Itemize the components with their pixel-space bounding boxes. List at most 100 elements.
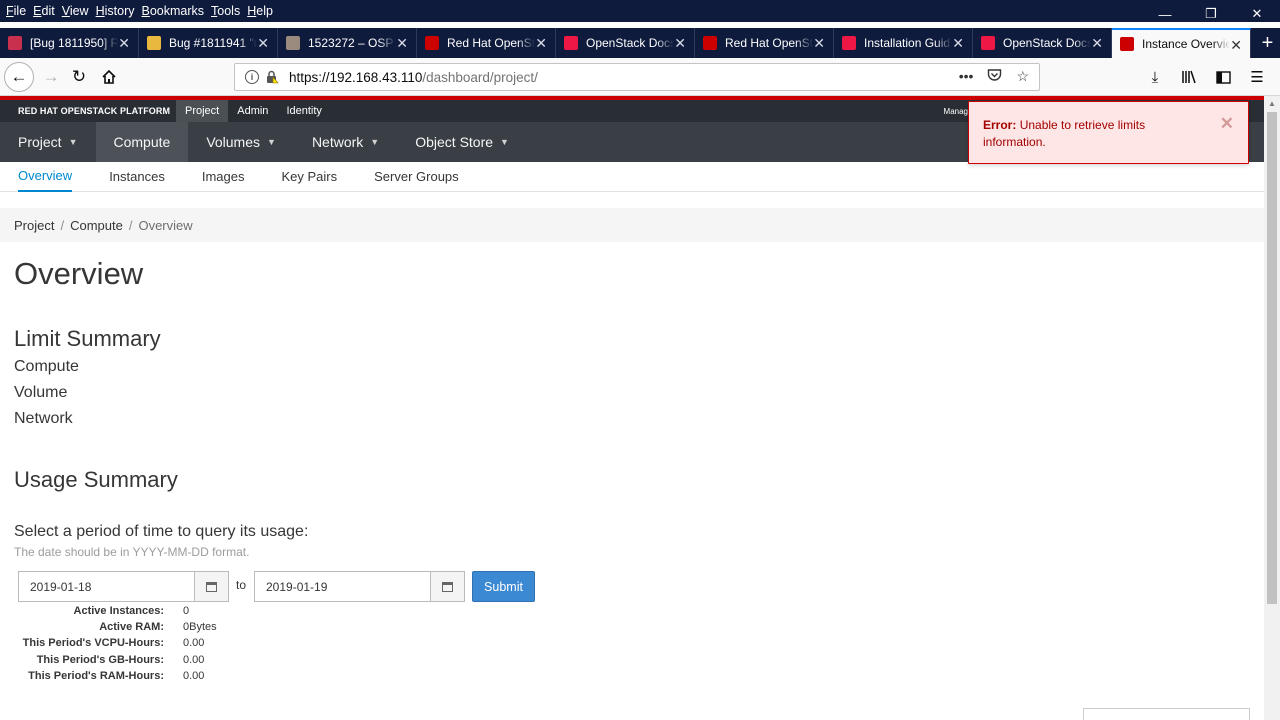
end-date-input[interactable]: 2019-01-19 (254, 571, 430, 602)
table-toolbar-partial (1083, 708, 1250, 720)
menu-help[interactable]: Help (247, 4, 273, 18)
scrollbar-thumb[interactable] (1267, 112, 1277, 604)
close-tab-icon[interactable]: ✕ (813, 35, 825, 52)
breadcrumb-overview: Overview (138, 217, 193, 233)
tab-title: OpenStack Docs: (1003, 36, 1091, 50)
subnav-server-groups[interactable]: Server Groups (374, 162, 459, 192)
close-tab-icon[interactable]: ✕ (257, 35, 269, 52)
nav-volumes[interactable]: Volumes ▼ (188, 122, 294, 162)
stat-value: 0.00 (183, 637, 205, 650)
forward-button[interactable]: → (36, 62, 66, 92)
breadcrumb-compute[interactable]: Compute (70, 218, 123, 233)
chevron-down-icon: ▼ (68, 137, 78, 147)
bookmark-star-icon[interactable]: ☆ (1016, 68, 1029, 86)
page-actions-icon[interactable]: ••• (959, 68, 974, 86)
nav-object-store[interactable]: Object Store ▼ (397, 122, 527, 162)
stat-label: This Period's RAM-Hours: (28, 669, 164, 682)
close-window-icon[interactable]: ✕ (1234, 0, 1280, 28)
stat-row: This Period's RAM-Hours: 0.00 (0, 670, 217, 686)
library-icon[interactable] (1176, 62, 1202, 92)
limit-summary-heading: Limit Summary (14, 326, 161, 351)
hamburger-menu-icon[interactable]: ☰ (1244, 62, 1270, 92)
context-tab-admin[interactable]: Admin (228, 100, 277, 122)
breadcrumb-project[interactable]: Project (14, 218, 54, 233)
start-date-input[interactable]: 2019-01-18 (18, 571, 194, 602)
menu-view[interactable]: View (62, 4, 89, 18)
menu-edit[interactable]: Edit (33, 4, 55, 18)
browser-tab[interactable]: [Bug 1811950] Re ✕ (0, 28, 139, 58)
browser-tab[interactable]: Installation Guid ✕ (834, 28, 973, 58)
home-icon (102, 69, 116, 84)
nav-project[interactable]: Project ▼ (0, 122, 96, 162)
tab-title: Red Hat OpenSt (447, 36, 535, 50)
limit-network-label: Network (14, 410, 73, 427)
subnav-instances[interactable]: Instances (109, 162, 165, 192)
tab-title: OpenStack Docs: (586, 36, 674, 50)
back-button[interactable]: ← (4, 62, 34, 92)
menu-file[interactable]: File (6, 4, 26, 18)
reload-button[interactable]: ↻ (64, 62, 94, 92)
arrow-right-icon: → (42, 67, 60, 86)
info-icon[interactable]: i (245, 70, 259, 84)
sidebar-icon[interactable] (1210, 62, 1236, 92)
scroll-up-icon[interactable]: ▲ (1264, 96, 1280, 110)
openstack-icon (564, 36, 578, 50)
browser-tab[interactable]: Red Hat OpenSt ✕ (417, 28, 556, 58)
menu-tools[interactable]: Tools (211, 4, 240, 18)
nav-network[interactable]: Network ▼ (294, 122, 397, 162)
insecure-lock-icon[interactable] (265, 70, 279, 84)
stat-label: This Period's GB-Hours: (36, 653, 164, 666)
minimize-icon[interactable]: — (1142, 0, 1188, 28)
stat-value: 0.00 (183, 669, 205, 682)
nav-project-label: Project (18, 134, 62, 150)
subnav-overview[interactable]: Overview (18, 162, 73, 192)
subnav-key-pairs[interactable]: Key Pairs (281, 162, 337, 192)
pocket-icon[interactable] (987, 68, 1002, 86)
stat-value: 0.00 (183, 653, 205, 666)
menu-bookmarks[interactable]: Bookmarks (142, 4, 205, 18)
browser-tab[interactable]: Red Hat OpenSt ✕ (695, 28, 834, 58)
page-scrollbar[interactable]: ▲ (1264, 96, 1280, 720)
subnav-images[interactable]: Images (202, 162, 245, 192)
browser-tab[interactable]: OpenStack Docs: ✕ (556, 28, 695, 58)
user-menu-label[interactable]: Manag (944, 107, 968, 116)
chevron-down-icon: ▼ (267, 137, 276, 147)
context-tab-project[interactable]: Project (176, 100, 229, 122)
close-tab-icon[interactable]: ✕ (396, 35, 408, 52)
stat-label: This Period's VCPU-Hours: (22, 637, 164, 650)
restore-icon[interactable]: ❐ (1188, 0, 1234, 28)
menu-history[interactable]: History (96, 4, 135, 18)
usage-summary-heading: Usage Summary (14, 467, 178, 492)
period-label: Select a period of time to query its usa… (14, 523, 309, 540)
close-icon[interactable]: ✕ (1220, 115, 1234, 132)
stat-value: 0Bytes (183, 621, 217, 634)
close-tab-icon[interactable]: ✕ (1230, 37, 1242, 54)
close-tab-icon[interactable]: ✕ (952, 35, 964, 52)
nav-compute[interactable]: Compute (95, 122, 189, 162)
browser-tab[interactable]: Bug #1811941 "n ✕ (139, 28, 278, 58)
close-tab-icon[interactable]: ✕ (674, 35, 686, 52)
browser-tab[interactable]: OpenStack Docs: ✕ (973, 28, 1112, 58)
chevron-down-icon: ▼ (370, 137, 380, 147)
address-bar[interactable]: i https://192.168.43.110/dashboard/proje… (234, 63, 1040, 91)
end-date-picker-button[interactable] (430, 571, 465, 602)
browser-tab[interactable]: Instance Overvie ✕ (1112, 28, 1251, 58)
start-date-picker-button[interactable] (194, 571, 229, 602)
context-tab-identity[interactable]: Identity (277, 100, 330, 122)
home-button[interactable] (94, 62, 124, 92)
redhat-icon (425, 36, 439, 50)
new-tab-button[interactable]: + (1255, 28, 1280, 58)
downloads-icon[interactable]: ⤓ (1142, 62, 1168, 92)
launchpad-icon (147, 36, 161, 50)
close-tab-icon[interactable]: ✕ (118, 35, 130, 52)
stat-value: 0 (183, 605, 190, 617)
close-tab-icon[interactable]: ✕ (535, 35, 547, 52)
start-date-group: 2019-01-18 (18, 571, 229, 602)
browser-tab[interactable]: 1523272 – OSP10✕ (278, 28, 417, 58)
close-tab-icon[interactable]: ✕ (1091, 35, 1103, 52)
submit-button[interactable]: Submit (472, 571, 535, 602)
menu-bar: File Edit View History Bookmarks Tools H… (0, 0, 1280, 22)
end-date-group: 2019-01-19 (254, 571, 465, 602)
brand-logo[interactable]: RED HAT OPENSTACK PLATFORM (18, 106, 176, 116)
stat-label: Active RAM: (99, 621, 164, 634)
